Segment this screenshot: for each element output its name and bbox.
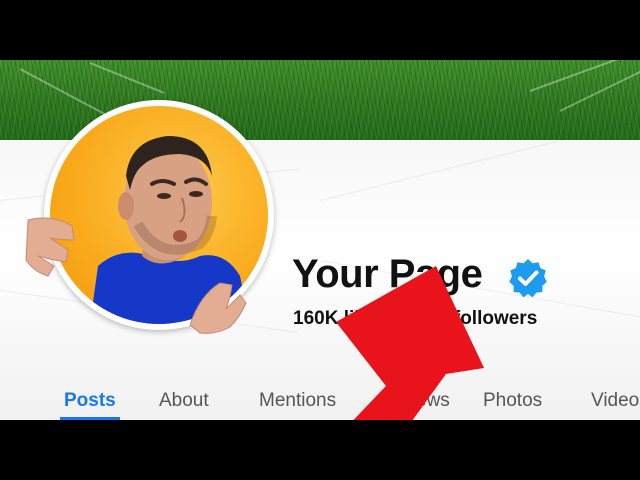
tab-mentions[interactable]: Mentions	[259, 390, 336, 412]
tab-about[interactable]: About	[159, 390, 209, 412]
video-frame: Your Page 160K likes • 169K followers Po…	[0, 0, 640, 480]
verified-check-icon	[509, 259, 547, 298]
tab-photos[interactable]: Photos	[483, 390, 542, 412]
left-hand	[25, 217, 75, 277]
tab-posts[interactable]: Posts	[60, 390, 120, 420]
page-stats: 160K likes • 169K followers	[293, 308, 538, 329]
right-hand	[189, 282, 247, 334]
page-title[interactable]: Your Page	[292, 252, 483, 297]
page-tabs: Posts About Mentions Reviews Photos Vide…	[0, 386, 640, 420]
page-header: Your Page 160K likes • 169K followers Po…	[0, 60, 640, 420]
tab-videos[interactable]: Videos	[591, 390, 640, 412]
tab-reviews[interactable]: Reviews	[378, 390, 450, 412]
